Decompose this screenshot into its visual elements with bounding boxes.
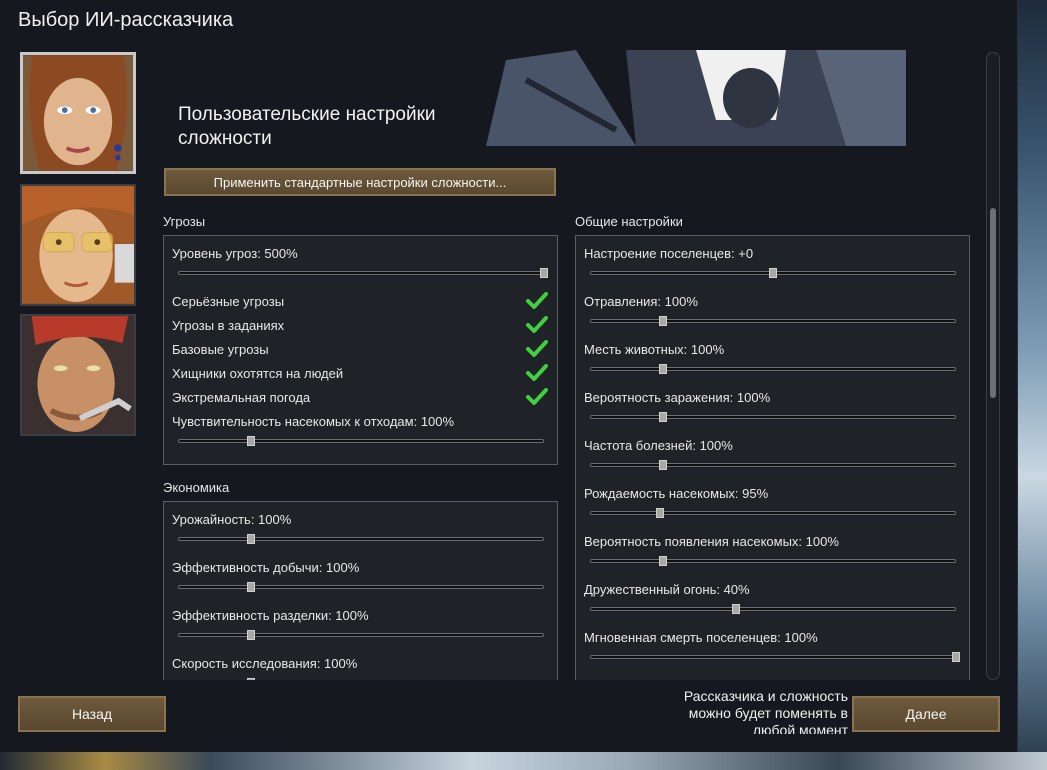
storyteller-portrait-3-image <box>22 316 134 434</box>
general-setting-slider-thumb[interactable] <box>659 556 668 566</box>
storyteller-banner-image <box>486 50 906 146</box>
difficulty-settings-scroll[interactable]: Пользовательские настройки сложности При… <box>150 50 980 680</box>
storyteller-portrait-2[interactable] <box>20 184 136 306</box>
economy-setting-label: Эффективность добычи: 100% <box>172 560 360 575</box>
general-setting-slider[interactable] <box>590 508 956 518</box>
general-setting-slider-thumb[interactable] <box>659 316 668 326</box>
economy-setting-slider-thumb[interactable] <box>247 630 256 640</box>
storyteller-portrait-2-image <box>22 186 134 304</box>
background-scenery <box>1018 0 1047 770</box>
general-setting-slider[interactable] <box>590 268 956 278</box>
threat-toggle-label: Угрозы в заданиях <box>172 318 285 333</box>
next-button[interactable]: Далее <box>852 696 1000 732</box>
general-setting-label: Вероятность заражения: 100% <box>584 390 771 405</box>
storyteller-portrait-1[interactable] <box>20 52 136 174</box>
difficulty-heading: Пользовательские настройки сложности <box>178 104 436 149</box>
economy-panel: Урожайность: 100% Эффективность добычи: 1… <box>163 501 558 680</box>
general-setting-slider[interactable] <box>590 652 960 662</box>
threat-toggle-label: Серьёзные угрозы <box>172 294 285 309</box>
economy-setting-label: Скорость исследования: 100% <box>172 656 358 671</box>
general-setting-label: Вероятность появления насекомых: 100% <box>584 534 839 549</box>
checkmark-icon[interactable] <box>526 364 548 382</box>
threat-level-label: Уровень угроз: 500% <box>172 246 298 261</box>
economy-setting-slider[interactable] <box>178 630 544 640</box>
economy-setting-slider-thumb[interactable] <box>247 534 256 544</box>
general-setting-slider[interactable] <box>590 412 956 422</box>
checkmark-icon[interactable] <box>526 388 548 406</box>
background-scenery-bottom <box>0 752 1047 770</box>
threats-panel: Уровень угроз: 500% Серьёзные угрозы Угро… <box>163 235 558 465</box>
note-line-2: можно будет поменять в <box>688 705 848 721</box>
threat-toggle-label: Экстремальная погода <box>172 390 311 405</box>
general-setting-label: Мгновенная смерть поселенцев: 100% <box>584 630 818 645</box>
checkmark-icon[interactable] <box>526 316 548 334</box>
general-setting-slider-thumb[interactable] <box>769 268 777 278</box>
economy-setting-slider[interactable] <box>178 582 544 592</box>
general-section-label: Общие настройки <box>575 214 683 229</box>
threat-toggle-label: Базовые угрозы <box>172 342 269 357</box>
general-setting-slider[interactable] <box>590 604 956 614</box>
storyteller-window: Выбор ИИ-рассказчика Пользовательские на… <box>0 0 1018 752</box>
economy-setting-label: Эффективность разделки: 100% <box>172 608 369 623</box>
general-setting-slider-thumb[interactable] <box>659 412 668 422</box>
general-setting-label: Рождаемость насекомых: 95% <box>584 486 769 501</box>
economy-setting-label: Урожайность: 100% <box>172 512 292 527</box>
economy-setting-slider-thumb[interactable] <box>247 678 256 680</box>
general-setting-slider-thumb[interactable] <box>659 460 668 470</box>
economy-setting-slider[interactable] <box>178 534 544 544</box>
insect-sensitivity-slider-thumb[interactable] <box>247 436 256 446</box>
apply-default-difficulty-button[interactable]: Применить стандартные настройки сложност… <box>164 168 556 196</box>
general-setting-slider[interactable] <box>590 556 956 566</box>
back-button[interactable]: Назад <box>18 696 166 732</box>
threat-toggle-label: Хищники охотятся на людей <box>172 366 344 381</box>
general-setting-slider[interactable] <box>590 316 956 326</box>
note-line-3: любой момент <box>752 722 848 734</box>
threats-section-label: Угрозы <box>163 214 206 229</box>
storyteller-banner <box>486 50 906 146</box>
checkmark-icon[interactable] <box>526 292 548 310</box>
general-setting-slider-thumb[interactable] <box>732 604 741 614</box>
general-setting-slider-thumb[interactable] <box>655 508 664 518</box>
general-panel: Настроение поселенцев: +0 Отравления: 100… <box>575 235 970 680</box>
economy-section-label: Экономика <box>163 480 230 495</box>
storyteller-portrait-3[interactable] <box>20 314 136 436</box>
economy-setting-slider[interactable] <box>178 678 544 680</box>
checkmark-icon[interactable] <box>526 340 548 358</box>
general-setting-slider[interactable] <box>590 460 956 470</box>
general-setting-slider-thumb[interactable] <box>659 364 668 374</box>
general-setting-slider[interactable] <box>590 364 956 374</box>
settings-scrollbar-thumb[interactable] <box>990 208 996 398</box>
general-setting-label: Частота болезней: 100% <box>584 438 733 453</box>
general-setting-label: Отравления: 100% <box>584 294 698 309</box>
general-setting-label: Настроение поселенцев: +0 <box>584 246 754 261</box>
insect-sensitivity-slider[interactable] <box>178 436 544 446</box>
threat-level-slider-thumb[interactable] <box>540 268 548 278</box>
storyteller-change-note: Рассказчика и сложность можно будет поме… <box>670 688 848 734</box>
threat-level-slider[interactable] <box>178 268 548 278</box>
general-setting-label: Дружественный огонь: 40% <box>584 582 750 597</box>
note-line-1: Рассказчика и сложность <box>683 688 848 704</box>
general-setting-slider-thumb[interactable] <box>952 652 960 662</box>
general-setting-label: Месть животных: 100% <box>584 342 725 357</box>
economy-setting-slider-thumb[interactable] <box>247 582 256 592</box>
settings-scrollbar[interactable] <box>986 52 1000 680</box>
insect-sensitivity-label: Чувствительность насекомых к отходам: 10… <box>172 414 455 429</box>
storyteller-portrait-1-image <box>23 55 133 171</box>
window-title: Выбор ИИ-рассказчика <box>18 9 234 31</box>
